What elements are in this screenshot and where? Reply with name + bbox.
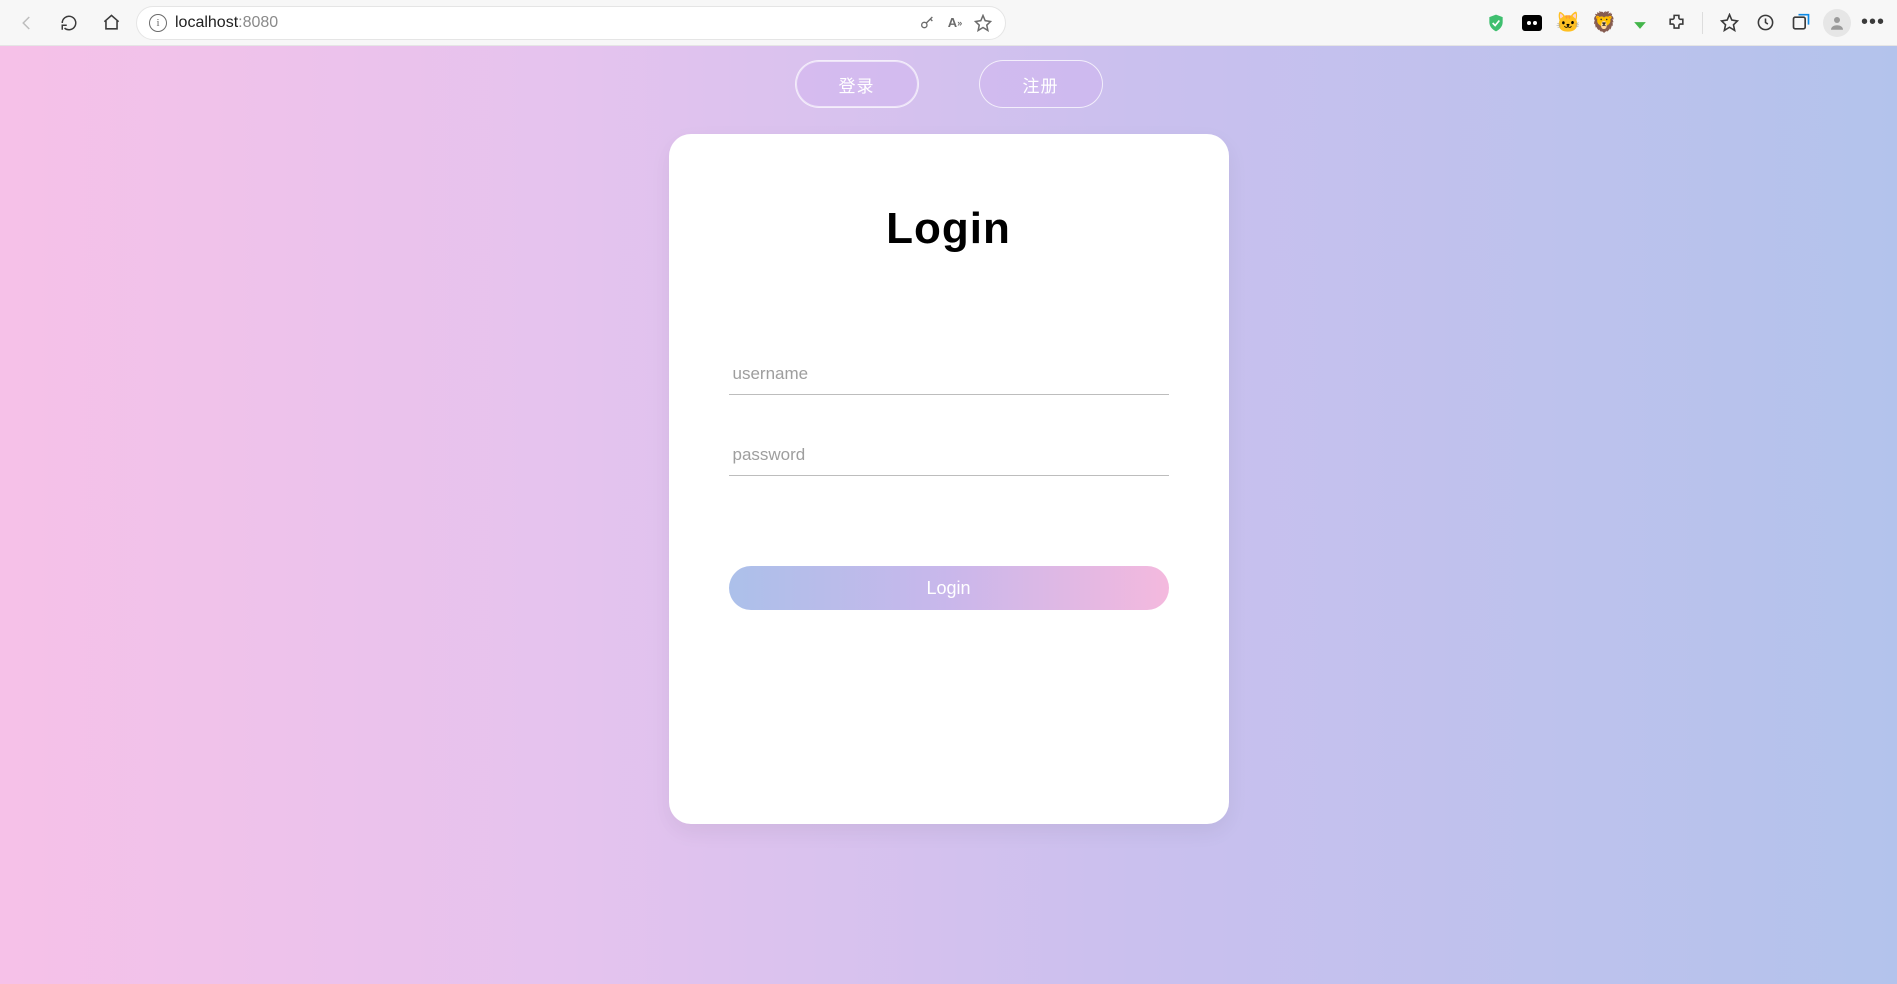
home-button[interactable] <box>94 6 128 40</box>
tab-login[interactable]: 登录 <box>795 60 919 108</box>
extensions-button[interactable] <box>1662 9 1690 37</box>
shield-extension-icon[interactable] <box>1482 9 1510 37</box>
dark-extension-icon[interactable] <box>1518 9 1546 37</box>
more-button[interactable]: ••• <box>1859 9 1887 37</box>
key-icon[interactable] <box>917 13 937 33</box>
download-extension-icon[interactable] <box>1626 9 1654 37</box>
history-button[interactable] <box>1751 9 1779 37</box>
browser-toolbar: i localhost:8080 A» 🐱 🦁 ••• <box>0 0 1897 46</box>
read-aloud-icon[interactable]: A» <box>945 13 965 33</box>
url-port: :8080 <box>238 14 278 31</box>
card-title: Login <box>729 204 1169 254</box>
site-info-icon[interactable]: i <box>149 14 167 32</box>
password-input[interactable] <box>729 435 1169 476</box>
profile-avatar[interactable] <box>1823 9 1851 37</box>
tab-register[interactable]: 注册 <box>979 60 1103 108</box>
address-bar[interactable]: i localhost:8080 A» <box>136 6 1006 40</box>
toolbar-divider <box>1702 12 1703 34</box>
auth-tabs: 登录 注册 <box>0 46 1897 108</box>
login-card: Login Login <box>669 134 1229 824</box>
refresh-button[interactable] <box>52 6 86 40</box>
back-button[interactable] <box>10 6 44 40</box>
login-submit-button[interactable]: Login <box>729 566 1169 610</box>
url-text: localhost:8080 <box>175 14 278 32</box>
url-host: localhost <box>175 14 238 31</box>
collections-button[interactable] <box>1787 9 1815 37</box>
favorites-button[interactable] <box>1715 9 1743 37</box>
page-content: 登录 注册 Login Login <box>0 46 1897 984</box>
lion-extension-icon[interactable]: 🦁 <box>1590 9 1618 37</box>
favorite-icon[interactable] <box>973 13 993 33</box>
cat-extension-icon[interactable]: 🐱 <box>1554 9 1582 37</box>
username-input[interactable] <box>729 354 1169 395</box>
